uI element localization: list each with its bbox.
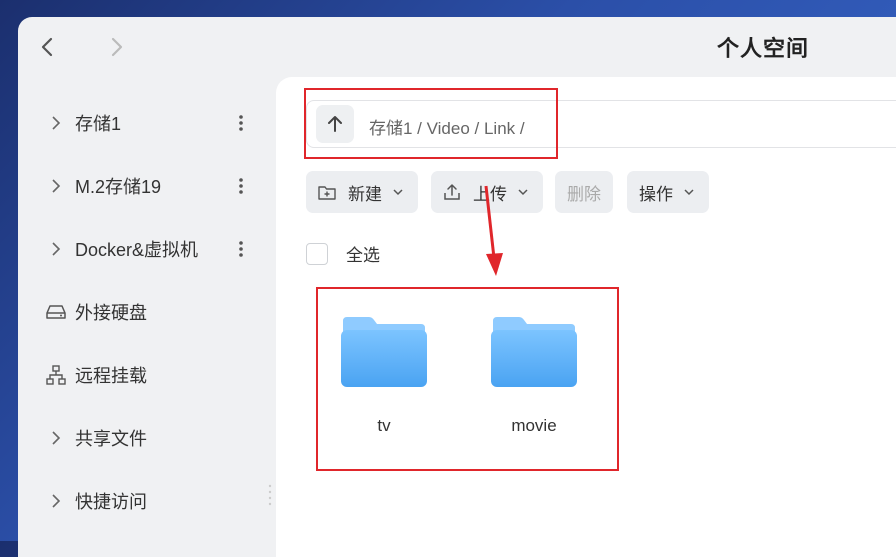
- chevron-right-icon[interactable]: [46, 176, 66, 196]
- sidebar-item-shared-files[interactable]: 共享文件: [18, 418, 276, 458]
- folder-icon: [341, 317, 427, 387]
- actions-button[interactable]: 操作: [627, 171, 709, 213]
- new-folder-icon: [318, 182, 338, 202]
- breadcrumb[interactable]: 存储1 / Video / Link /: [369, 114, 525, 139]
- chevron-down-icon: [683, 185, 697, 199]
- select-all-label: 全选: [346, 246, 380, 265]
- main-content: 存储1 / Video / Link / 新建 上传 删除 操作 全选 tv m…: [276, 77, 896, 557]
- arrow-up-icon: [328, 116, 342, 132]
- select-all[interactable]: 全选: [306, 241, 380, 266]
- sidebar-item-label: 外接硬盘: [75, 303, 147, 323]
- sidebar-item-remote-mount[interactable]: 远程挂载: [18, 355, 276, 395]
- folder-icon: [491, 317, 577, 387]
- upload-icon: [443, 182, 463, 202]
- folder-item-tv[interactable]: tv: [329, 315, 439, 436]
- sidebar-item-label: 快捷访问: [75, 492, 147, 512]
- chevron-right-icon: [111, 37, 123, 57]
- parent-folder-button[interactable]: [316, 105, 354, 143]
- path-bar[interactable]: 存储1 / Video / Link /: [306, 100, 896, 148]
- sidebar-item-m2-storage19[interactable]: M.2存储19: [18, 166, 276, 206]
- file-name: movie: [511, 416, 557, 435]
- more-vertical-icon[interactable]: [234, 239, 248, 259]
- window-title: 个人空间: [716, 36, 809, 61]
- drive-icon: [46, 302, 66, 322]
- sidebar-item-label: 远程挂载: [75, 366, 147, 386]
- new-button-label: 新建: [348, 184, 382, 204]
- actions-button-label: 操作: [639, 184, 673, 204]
- new-button[interactable]: 新建: [306, 171, 418, 213]
- folder-item-movie[interactable]: movie: [479, 315, 589, 436]
- delete-button-label: 删除: [567, 184, 601, 204]
- resize-grip-icon[interactable]: [268, 483, 272, 509]
- sidebar-item-storage1[interactable]: 存储1: [18, 103, 276, 143]
- chevron-right-icon[interactable]: [46, 113, 66, 133]
- annotation-arrow-icon: [484, 185, 503, 276]
- chevron-right-icon[interactable]: [46, 428, 66, 448]
- select-all-checkbox[interactable]: [306, 242, 328, 265]
- chevron-down-icon: [517, 185, 531, 199]
- sidebar-item-external-drive[interactable]: 外接硬盘: [18, 292, 276, 332]
- file-manager-window: 个人空间 存储1 M.2存储19 Docker&虚拟机 外接硬盘 远程挂载 共享…: [18, 17, 896, 557]
- back-button[interactable]: [36, 35, 60, 59]
- sidebar: 存储1 M.2存储19 Docker&虚拟机 外接硬盘 远程挂载 共享文件 快捷…: [18, 93, 276, 557]
- delete-button[interactable]: 删除: [555, 171, 613, 213]
- sidebar-item-label: Docker&虚拟机: [75, 240, 199, 260]
- more-vertical-icon[interactable]: [234, 113, 248, 133]
- file-name: tv: [377, 416, 391, 435]
- chevron-right-icon[interactable]: [46, 239, 66, 259]
- sidebar-item-docker-vm[interactable]: Docker&虚拟机: [18, 229, 276, 269]
- chevron-left-icon: [41, 37, 53, 57]
- sidebar-item-label: M.2存储19: [75, 177, 162, 197]
- forward-button[interactable]: [104, 35, 128, 59]
- network-icon: [46, 365, 66, 385]
- sidebar-item-quick-access[interactable]: 快捷访问: [18, 481, 276, 521]
- chevron-right-icon[interactable]: [46, 491, 66, 511]
- sidebar-item-label: 存储1: [75, 114, 122, 134]
- sidebar-item-label: 共享文件: [75, 429, 147, 449]
- chevron-down-icon: [392, 185, 406, 199]
- more-vertical-icon[interactable]: [234, 176, 248, 196]
